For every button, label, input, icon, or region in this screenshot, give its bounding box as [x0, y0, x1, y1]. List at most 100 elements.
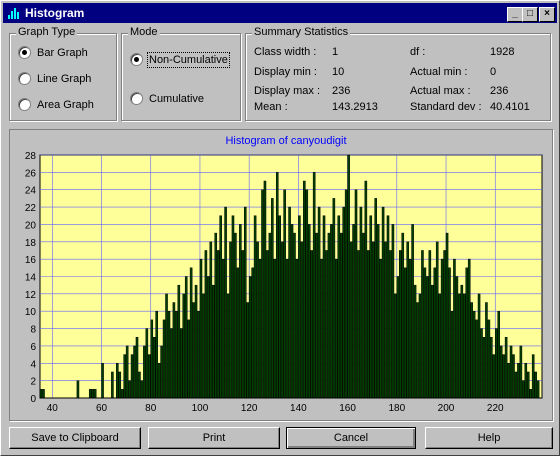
- histogram-bar: [229, 241, 232, 399]
- histogram-bar: [517, 363, 520, 399]
- histogram-bar: [285, 258, 289, 399]
- df-value: 1928: [490, 46, 515, 58]
- histogram-bar: [116, 363, 119, 399]
- histogram-bar: [307, 224, 311, 399]
- histogram-bar: [214, 232, 218, 399]
- histogram-bar: [327, 232, 331, 399]
- histogram-bar: [288, 206, 291, 399]
- histogram-bar: [135, 337, 139, 399]
- histogram-bar: [431, 284, 434, 399]
- print-button[interactable]: Print: [148, 427, 280, 449]
- histogram-bar: [524, 363, 528, 399]
- histogram-bar: [192, 302, 195, 399]
- histogram-bar: [389, 250, 392, 399]
- histogram-bar: [165, 293, 168, 399]
- y-tick-label: 10: [25, 307, 37, 318]
- histogram-bar: [180, 328, 183, 399]
- window-title: Histogram: [25, 6, 85, 20]
- df-label: df :: [410, 46, 426, 58]
- histogram-bar: [477, 293, 481, 399]
- histogram-bar: [497, 310, 501, 399]
- histogram-bar: [344, 189, 348, 399]
- radio-unselected-icon: [18, 72, 31, 85]
- cumulative-radio[interactable]: Cumulative: [130, 92, 204, 105]
- histogram-bar: [133, 345, 136, 399]
- histogram-bar: [207, 276, 210, 399]
- histogram-bar: [342, 206, 345, 399]
- histogram-bar: [455, 276, 459, 399]
- close-button[interactable]: ×: [539, 7, 555, 22]
- display-min-value: 10: [332, 66, 345, 78]
- histogram-bar: [463, 293, 466, 399]
- histogram-bar: [367, 250, 370, 399]
- radio-selected-icon: [18, 46, 31, 59]
- histogram-bar: [421, 250, 424, 399]
- summary-statistics-group: Summary Statistics Class width : 1 Displ…: [245, 26, 551, 121]
- histogram-bar: [234, 232, 237, 399]
- cancel-button[interactable]: Cancel: [286, 427, 416, 449]
- bar-graph-radio[interactable]: Bar Graph: [18, 46, 88, 59]
- histogram-bar: [177, 284, 181, 399]
- help-button[interactable]: Help: [425, 427, 553, 449]
- actual-min-label: Actual min :: [410, 66, 468, 78]
- histogram-bar: [381, 206, 385, 399]
- histogram-bar: [162, 319, 166, 399]
- y-tick-label: 26: [25, 168, 37, 179]
- histogram-bar: [534, 371, 537, 399]
- histogram-bar: [322, 215, 326, 399]
- minimize-button[interactable]: _: [507, 7, 523, 22]
- histogram-chart: Histogram of canyoudigit 024681012141618…: [25, 135, 543, 414]
- histogram-bar: [123, 354, 126, 399]
- histogram-bar: [128, 380, 131, 399]
- save-to-clipboard-button[interactable]: Save to Clipboard: [9, 427, 141, 449]
- class-width-label: Class width :: [254, 46, 317, 58]
- histogram-bar: [231, 215, 235, 399]
- histogram-bar: [435, 241, 439, 399]
- histogram-bar: [290, 224, 294, 399]
- area-graph-radio[interactable]: Area Graph: [18, 98, 94, 111]
- histogram-bar: [413, 284, 417, 399]
- standard-dev-label: Standard dev :: [410, 101, 482, 113]
- histogram-bar: [325, 250, 328, 399]
- histogram-bar: [487, 319, 491, 399]
- x-tick-label: 220: [487, 403, 504, 414]
- maximize-icon: □: [526, 8, 534, 19]
- histogram-bar: [485, 302, 488, 399]
- display-max-value: 236: [332, 85, 351, 97]
- histogram-bar: [236, 267, 240, 399]
- histogram-bar: [303, 180, 306, 399]
- histogram-bar: [310, 250, 313, 399]
- title-bar[interactable]: Histogram _ □ ×: [3, 3, 557, 23]
- actual-max-value: 236: [490, 85, 509, 97]
- y-tick-label: 28: [25, 151, 37, 162]
- y-tick-label: 12: [25, 290, 37, 301]
- histogram-bar: [194, 284, 198, 399]
- histogram-bar: [246, 302, 250, 399]
- histogram-bar: [467, 258, 471, 399]
- histogram-bar: [120, 389, 124, 399]
- histogram-bar: [391, 224, 395, 399]
- x-tick-label: 60: [96, 403, 108, 414]
- histogram-bar: [39, 389, 43, 399]
- histogram-bar: [362, 232, 365, 399]
- histogram-bar: [315, 232, 318, 399]
- histogram-bar: [204, 250, 208, 399]
- non-cumulative-radio[interactable]: Non-Cumulative: [130, 51, 230, 68]
- histogram-bar: [401, 232, 405, 399]
- histogram-bar: [536, 380, 540, 399]
- maximize-button[interactable]: □: [522, 7, 538, 22]
- y-tick-label: 4: [30, 359, 36, 370]
- histogram-bar: [384, 241, 387, 399]
- histogram-bar: [253, 215, 257, 399]
- histogram-bar: [101, 363, 104, 399]
- line-graph-radio[interactable]: Line Graph: [18, 72, 91, 85]
- histogram-bar: [448, 267, 451, 399]
- mode-group: Mode Non-Cumulative Cumulative: [121, 26, 241, 121]
- x-tick-label: 120: [241, 403, 258, 414]
- histogram-bar: [251, 267, 254, 399]
- y-tick-label: 24: [25, 186, 37, 197]
- histogram-bar: [332, 198, 336, 399]
- histogram-bar: [337, 215, 341, 399]
- histogram-bar: [88, 389, 92, 399]
- histogram-bar: [209, 241, 213, 399]
